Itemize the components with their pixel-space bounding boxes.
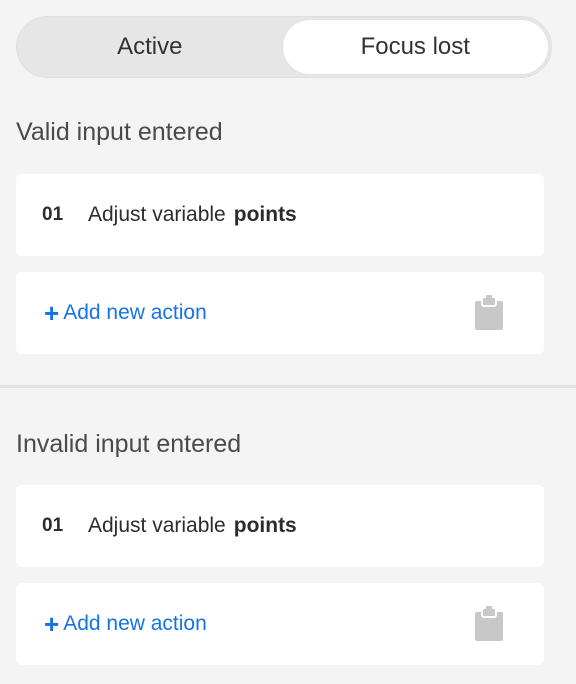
step-text: Adjust variable	[88, 514, 226, 537]
add-new-action-label: Add new action	[63, 612, 207, 635]
step-variable-name: points	[233, 514, 297, 537]
add-new-action-label: Add new action	[63, 301, 207, 324]
add-new-action-button[interactable]: + Add new action	[44, 611, 207, 637]
step-variable-name: points	[233, 203, 297, 226]
add-action-card: + Add new action	[16, 583, 544, 665]
clipboard-icon[interactable]	[474, 295, 504, 331]
state-toggle[interactable]: Active Focus lost	[16, 16, 552, 78]
section-title-valid: Valid input entered	[16, 118, 223, 146]
add-action-card: + Add new action	[16, 272, 544, 354]
plus-icon: +	[44, 609, 60, 639]
action-step-card[interactable]: 01 Adjust variable points	[16, 174, 544, 256]
step-text: Adjust variable	[88, 203, 226, 226]
clipboard-icon[interactable]	[474, 606, 504, 642]
tab-focus-lost[interactable]: Focus lost	[282, 20, 548, 74]
section-title-invalid: Invalid input entered	[16, 430, 242, 458]
section-divider	[0, 385, 576, 388]
step-number: 01	[42, 515, 64, 536]
plus-icon: +	[44, 298, 60, 328]
action-step-card[interactable]: 01 Adjust variable points	[16, 485, 544, 567]
add-new-action-button[interactable]: + Add new action	[44, 300, 207, 326]
step-number: 01	[42, 204, 64, 225]
tab-active[interactable]: Active	[17, 17, 283, 77]
